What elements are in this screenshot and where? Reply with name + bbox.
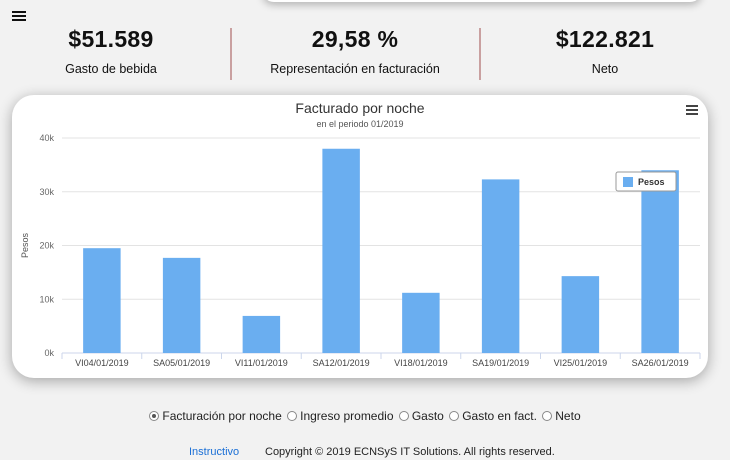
kpi-label: Gasto de bebida — [65, 62, 157, 76]
bar — [322, 148, 360, 353]
x-tick-label: SA05/01/2019 — [153, 358, 210, 368]
copyright-text: Copyright © 2019 ECNSyS IT Solutions. Al… — [265, 446, 555, 458]
kpi-divider — [230, 28, 232, 80]
kpi-value: 29,58 % — [311, 26, 399, 52]
kpi-net: $122.821 Neto — [490, 26, 720, 82]
option-gasto[interactable]: Gasto — [398, 409, 444, 423]
option-label: Ingreso promedio — [300, 409, 394, 423]
hamburger-icon[interactable] — [12, 11, 26, 21]
radio-button[interactable] — [449, 411, 460, 421]
y-tick-label: 40k — [39, 133, 54, 143]
radio-button[interactable] — [149, 411, 160, 421]
kpi-label: Neto — [591, 62, 619, 76]
kpi-value: $122.821 — [555, 26, 655, 52]
kpi-row: $51.589 Gasto de bebida 29,58 % Represen… — [0, 26, 730, 82]
radio-button[interactable] — [398, 411, 409, 421]
x-tick-label: SA19/01/2019 — [472, 358, 529, 368]
chart-menu-icon[interactable] — [686, 105, 698, 115]
bar — [481, 179, 520, 353]
y-tick-label: 10k — [39, 294, 54, 304]
bar — [83, 248, 121, 353]
radio-button[interactable] — [287, 411, 298, 421]
bar — [561, 276, 600, 353]
y-tick-label: 20k — [39, 241, 54, 251]
x-tick-label: SA26/01/2019 — [632, 358, 689, 368]
kpi-label: Representación en facturación — [270, 62, 440, 76]
option-ingreso-promedio[interactable]: Ingreso promedio — [287, 409, 394, 423]
bar-chart: 0k 10k 20k 30k 40k Pesos VI04/01/2019 SA05/01/2… — [20, 133, 701, 368]
legend-label: Pesos — [638, 177, 665, 187]
option-label: Gasto en fact. — [462, 409, 537, 423]
x-tick-label: VI18/01/2019 — [394, 358, 448, 368]
x-tick-label: VI25/01/2019 — [554, 358, 608, 368]
option-neto[interactable]: Neto — [542, 409, 581, 423]
bar — [641, 170, 679, 353]
chart-title: Facturado por noche — [295, 100, 425, 116]
legend-swatch — [623, 177, 633, 187]
option-facturacion-por-noche[interactable]: Facturación por noche — [149, 409, 282, 423]
option-label: Facturación por noche — [162, 409, 282, 423]
instructivo-link[interactable]: Instructivo — [189, 446, 239, 458]
bar — [242, 315, 281, 353]
y-tick-label: 0k — [44, 348, 54, 358]
chart-selector: Facturación por noche Ingreso promedio G… — [0, 409, 730, 423]
x-tick-label: VI04/01/2019 — [75, 358, 129, 368]
y-tick-label: 30k — [39, 187, 54, 197]
x-tick-label: VI11/01/2019 — [235, 358, 288, 368]
bar — [162, 257, 201, 353]
chart-subtitle: en el periodo 01/2019 — [316, 119, 404, 129]
bar — [402, 292, 440, 353]
kpi-divider — [479, 28, 481, 80]
kpi-value: $51.589 — [68, 26, 154, 52]
radio-button[interactable] — [542, 411, 553, 421]
option-label: Gasto — [411, 409, 444, 423]
kpi-drink-spend: $51.589 Gasto de bebida — [6, 26, 216, 82]
chart-card: 0k 10k 20k 30k 40k Pesos VI04/01/2019 SA05/01/2… — [12, 95, 708, 378]
x-tick-label: SA12/01/2019 — [313, 358, 370, 368]
y-axis-title: Pesos — [20, 232, 30, 258]
top-panel-edge — [262, 0, 702, 2]
option-label: Neto — [555, 409, 581, 423]
option-gasto-en-fact[interactable]: Gasto en fact. — [449, 409, 537, 423]
kpi-billing-share: 29,58 % Representación en facturación — [240, 26, 470, 82]
